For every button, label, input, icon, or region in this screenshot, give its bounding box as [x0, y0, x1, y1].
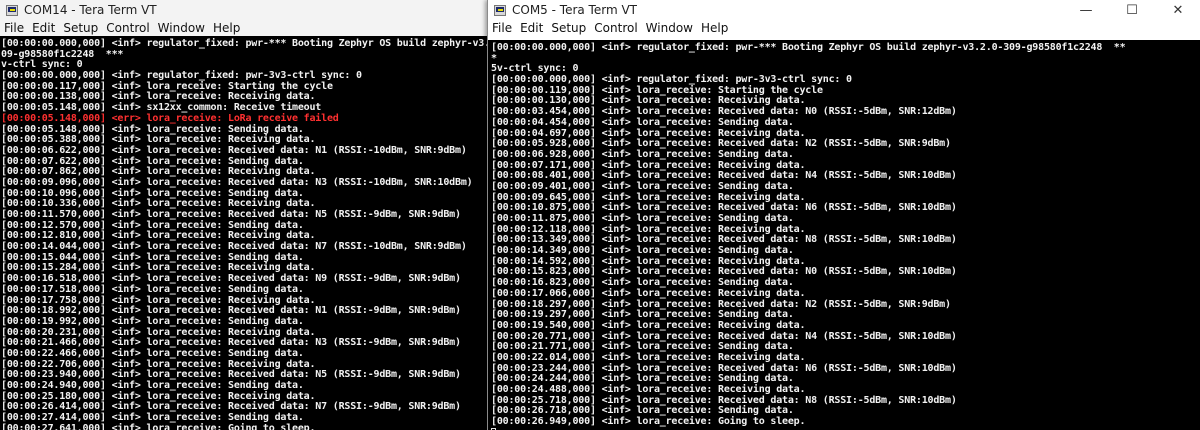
terminal-window-com14[interactable]: COM14 - Tera Term VT File Edit Setup Con… — [0, 0, 490, 430]
teraterm-app-icon[interactable] — [6, 4, 18, 16]
menu-setup[interactable]: Setup — [547, 21, 590, 35]
menu-control[interactable]: Control — [590, 21, 641, 35]
terminal-line: [00:00:19.992,000] <inf> lora_receive: S… — [1, 315, 304, 327]
window-title: COM5 - Tera Term VT — [512, 3, 637, 17]
menu-window[interactable]: Window — [154, 21, 209, 35]
menu-help[interactable]: Help — [209, 21, 244, 35]
terminal-line: [00:00:06.928,000] <inf> lora_receive: S… — [491, 148, 794, 160]
terminal-line: [00:00:19.540,000] <inf> lora_receive: R… — [491, 319, 806, 331]
teraterm-app-icon[interactable] — [494, 4, 506, 16]
menu-edit[interactable]: Edit — [28, 21, 59, 35]
terminal-line: [00:00:17.066,000] <inf> lora_receive: R… — [491, 287, 806, 299]
menu-file[interactable]: File — [0, 21, 28, 35]
terminal-line: [00:00:17.518,000] <inf> lora_receive: S… — [1, 283, 304, 295]
terminal-output[interactable]: [00:00:00.000,000] <inf> regulator_fixed… — [488, 40, 1200, 430]
menu-edit[interactable]: Edit — [516, 21, 547, 35]
terminal-line: [00:00:06.622,000] <inf> lora_receive: R… — [1, 144, 467, 156]
menu-file[interactable]: File — [488, 21, 516, 35]
terminal-line-error: [00:00:05.148,000] <err> lora_receive: L… — [1, 112, 339, 124]
terminal-line: [00:00:00.000,000] <inf> regulator_fixed… — [491, 42, 1126, 53]
window-title: COM14 - Tera Term VT — [24, 3, 157, 17]
menu-control[interactable]: Control — [102, 21, 153, 35]
terminal-line: [00:00:26.949,000] <inf> lora_receive: G… — [491, 416, 806, 428]
title-bar[interactable]: COM5 - Tera Term VT — ☐ ✕ — [488, 0, 1200, 20]
minimize-icon[interactable]: — — [1063, 0, 1109, 20]
terminal-line: [00:00:04.454,000] <inf> lora_receive: S… — [491, 116, 794, 128]
terminal-line: [00:00:27.641,000] <inf> lora_receive: G… — [1, 422, 316, 430]
menu-window[interactable]: Window — [642, 21, 697, 35]
terminal-line: * — [491, 52, 497, 64]
maximize-icon[interactable]: ☐ — [1109, 0, 1155, 20]
close-icon[interactable]: ✕ — [1155, 0, 1200, 20]
menu-bar: File Edit Setup Control Window Help — [488, 20, 1200, 36]
menu-help[interactable]: Help — [697, 21, 732, 35]
menu-setup[interactable]: Setup — [59, 21, 102, 35]
menu-bar: File Edit Setup Control Window Help — [0, 20, 490, 36]
terminal-window-com5[interactable]: COM5 - Tera Term VT — ☐ ✕ File Edit Setu… — [487, 0, 1200, 430]
terminal-output[interactable]: [00:00:00.000,000] <inf> regulator_fixed… — [0, 36, 490, 430]
title-bar[interactable]: COM14 - Tera Term VT — [0, 0, 490, 20]
